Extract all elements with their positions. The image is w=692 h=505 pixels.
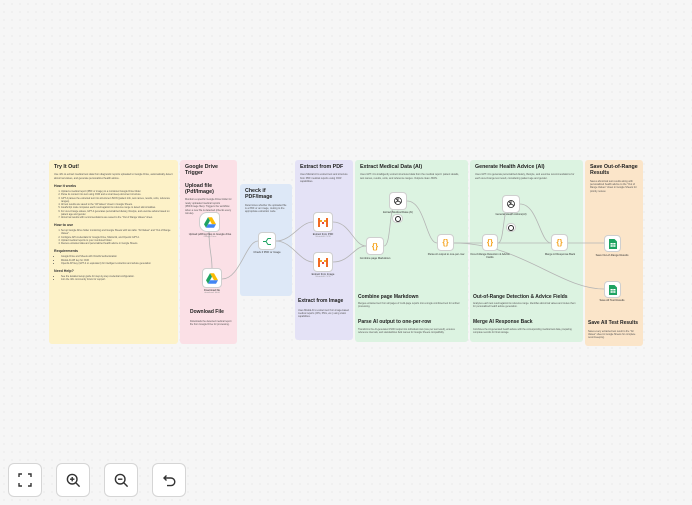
- node-merge-response[interactable]: {}: [551, 234, 568, 251]
- switch-router-icon: [263, 237, 271, 245]
- node-label: Save All Test Results: [599, 299, 625, 302]
- openai-model-icon: [394, 215, 401, 222]
- node-extract-pdf[interactable]: [313, 212, 333, 232]
- node-label: Out-of-Range Detection & Advice Fields: [470, 253, 510, 260]
- node-health-advice[interactable]: [502, 195, 520, 213]
- node-label: General Health Advice(AI): [495, 213, 527, 216]
- zoom-out-button[interactable]: [104, 463, 138, 497]
- fit-view-button[interactable]: [8, 463, 42, 497]
- zoom-out-icon: [114, 473, 128, 487]
- node-model-chat-openai[interactable]: [392, 214, 403, 223]
- fit-view-icon: [18, 473, 32, 487]
- google-drive-icon: [206, 272, 218, 284]
- node-save-out-of-range[interactable]: [604, 235, 621, 252]
- node-combine-markdown[interactable]: {}: [366, 237, 384, 255]
- google-drive-icon: [203, 216, 216, 228]
- node-model-chat-openai-2[interactable]: [506, 223, 516, 232]
- mistral-ai-icon: [318, 217, 328, 227]
- code-braces-icon: {}: [486, 238, 494, 247]
- wire-parse-saveall: [453, 242, 605, 290]
- node-download-file[interactable]: [202, 268, 222, 288]
- node-upload-trigger[interactable]: [199, 212, 220, 232]
- google-sheets-icon: [608, 238, 617, 249]
- code-braces-icon: {}: [371, 241, 379, 251]
- openai-model-icon: [508, 224, 514, 231]
- node-label: Upload pdf/img files to Google drive Goog…: [188, 233, 232, 239]
- node-out-of-range-detection[interactable]: {}: [482, 234, 498, 251]
- undo-icon: [162, 474, 175, 486]
- mistral-ai-icon: [318, 257, 328, 267]
- google-sheets-icon: [608, 284, 617, 295]
- wire-extract-parse: [406, 200, 438, 244]
- node-label: Parse AI output to one-per-row: [427, 253, 465, 256]
- openai-icon: [394, 197, 402, 205]
- connection-wires: [208, 200, 605, 290]
- node-extract-image[interactable]: [313, 252, 333, 272]
- node-label: Save Out-of-Range Results: [595, 254, 629, 257]
- node-label: Combine page Markdown: [359, 257, 391, 260]
- node-check-pdf-image[interactable]: [258, 232, 276, 250]
- openai-icon: [507, 200, 515, 208]
- node-label: Extract from PDF Mistral AI: OCR: [312, 233, 334, 239]
- node-extract-medical-data[interactable]: [389, 192, 407, 210]
- undo-button[interactable]: [152, 463, 186, 497]
- code-braces-icon: {}: [442, 238, 449, 247]
- node-label: Download file download: fileId: [203, 289, 221, 295]
- zoom-in-icon: [66, 473, 80, 487]
- node-label: Merge AI Response Back: [544, 253, 576, 256]
- node-label: Check if PDF or Image: [253, 251, 281, 254]
- node-save-all-results[interactable]: [604, 281, 621, 298]
- wire-health-merge: [519, 203, 552, 244]
- code-braces-icon: {}: [556, 238, 563, 247]
- wire-download-check: [221, 240, 259, 280]
- node-parse-output[interactable]: {}: [437, 234, 454, 251]
- node-label: Extract from Image Mistral AI: OCR: [311, 273, 335, 279]
- zoom-in-button[interactable]: [56, 463, 90, 497]
